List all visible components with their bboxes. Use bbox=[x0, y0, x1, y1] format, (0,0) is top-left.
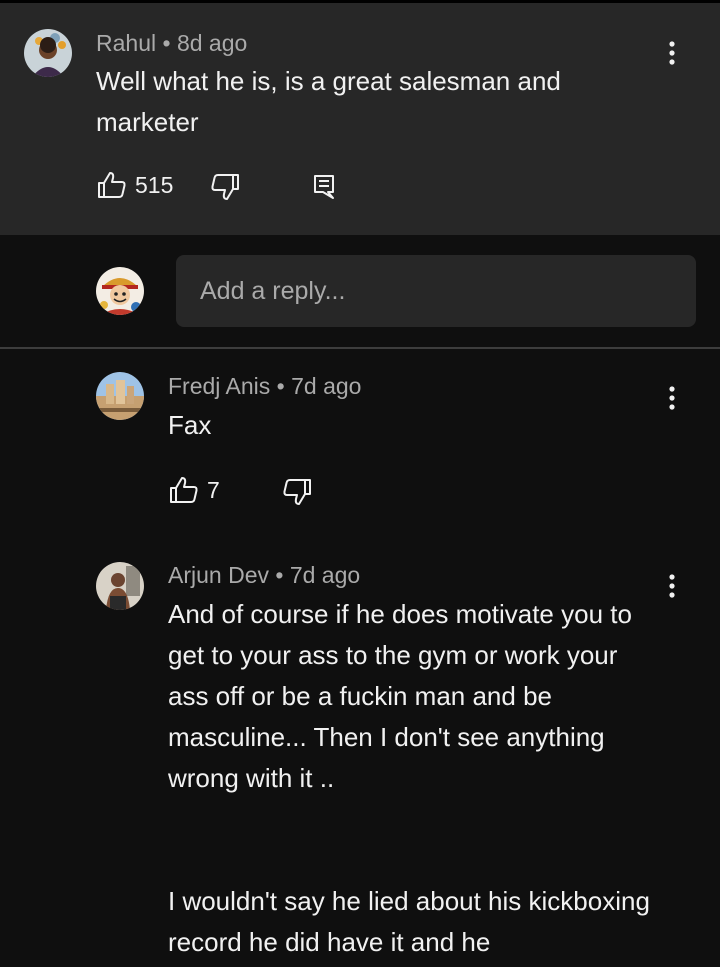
reply-age: 7d ago bbox=[289, 562, 361, 588]
more-vert-icon[interactable] bbox=[660, 383, 684, 413]
thumbs-down-icon bbox=[211, 174, 239, 200]
add-reply-row bbox=[0, 235, 720, 348]
like-count: 515 bbox=[135, 171, 174, 198]
thumbs-down-icon bbox=[283, 479, 311, 505]
highlighted-comment: Rahul • 8d ago Well what he is, is a gre… bbox=[0, 3, 720, 235]
reply-text: Fax bbox=[168, 410, 212, 440]
reply-input[interactable] bbox=[176, 255, 696, 327]
more-vert-icon[interactable] bbox=[660, 38, 684, 68]
reply-author[interactable]: Fredj Anis bbox=[168, 373, 270, 399]
meta-separator: • bbox=[276, 373, 292, 399]
avatar-arjun[interactable] bbox=[96, 562, 144, 610]
reply-text-paragraph-1: And of course if he does motivate you to… bbox=[168, 599, 632, 793]
reply-age: 7d ago bbox=[291, 373, 362, 399]
reply-button[interactable] bbox=[313, 174, 335, 200]
like-count: 7 bbox=[207, 476, 220, 503]
comment-age: 8d ago bbox=[176, 30, 248, 56]
comment-author[interactable]: Rahul bbox=[96, 30, 156, 56]
comment-meta: Rahul • 8d ago bbox=[96, 30, 247, 57]
avatar-rahul[interactable] bbox=[24, 29, 72, 77]
reply-icon bbox=[314, 175, 334, 199]
reply-text-paragraph-2: I wouldn't say he lied about his kickbox… bbox=[168, 886, 650, 957]
meta-separator: • bbox=[275, 562, 290, 588]
like-button[interactable]: 515 bbox=[97, 171, 173, 199]
divider bbox=[0, 347, 720, 349]
thumbs-up-icon bbox=[170, 477, 198, 503]
dislike-button[interactable] bbox=[210, 173, 240, 201]
reply-author[interactable]: Arjun Dev bbox=[168, 562, 269, 588]
dislike-button[interactable] bbox=[282, 478, 312, 506]
reply-meta: Arjun Dev • 7d ago bbox=[168, 562, 360, 589]
avatar-fredj[interactable] bbox=[96, 372, 144, 420]
reply-meta: Fredj Anis • 7d ago bbox=[168, 373, 361, 400]
current-user-avatar bbox=[96, 267, 144, 315]
thumbs-up-icon bbox=[98, 172, 126, 198]
comment-text: Well what he is, is a great salesman and… bbox=[96, 66, 561, 137]
meta-separator: • bbox=[162, 30, 177, 56]
like-button[interactable]: 7 bbox=[169, 476, 220, 504]
more-vert-icon[interactable] bbox=[660, 571, 684, 601]
